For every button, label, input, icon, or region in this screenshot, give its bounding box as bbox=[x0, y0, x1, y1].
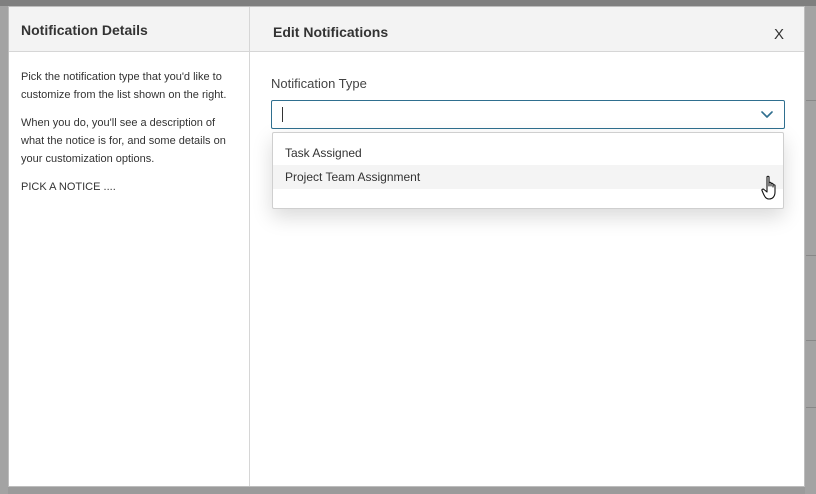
background-left-strip bbox=[0, 6, 8, 494]
edit-notifications-header: Edit Notifications X bbox=[250, 7, 804, 52]
background-divider bbox=[806, 255, 816, 256]
chevron-down-icon[interactable] bbox=[760, 108, 774, 122]
edit-notifications-modal: Notification Details Pick the notificati… bbox=[8, 6, 805, 487]
background-divider bbox=[806, 407, 816, 408]
option-task-assigned[interactable]: Task Assigned bbox=[273, 141, 783, 165]
notification-details-body: Pick the notification type that you'd li… bbox=[9, 52, 249, 196]
edit-notifications-pane: Edit Notifications X Notification Type T… bbox=[250, 7, 804, 486]
edit-notifications-title: Edit Notifications bbox=[273, 24, 389, 40]
option-project-team-assignment[interactable]: Project Team Assignment bbox=[273, 165, 783, 189]
notification-type-input[interactable] bbox=[281, 106, 741, 123]
notification-type-dropdown: Task Assigned Project Team Assignment bbox=[272, 132, 784, 209]
background-divider bbox=[806, 340, 816, 341]
background-divider bbox=[806, 100, 816, 101]
close-button[interactable]: X bbox=[774, 26, 784, 43]
details-paragraph: PICK A NOTICE .... bbox=[21, 181, 116, 193]
text-caret bbox=[282, 107, 283, 122]
details-paragraph: When you do, you'll see a description of… bbox=[21, 117, 226, 165]
hand-pointer-icon bbox=[761, 175, 776, 200]
details-paragraph: Pick the notification type that you'd li… bbox=[21, 71, 227, 101]
notification-type-label: Notification Type bbox=[271, 76, 367, 91]
notification-details-title: Notification Details bbox=[9, 7, 249, 52]
notification-details-pane: Notification Details Pick the notificati… bbox=[9, 7, 250, 486]
background-right-strip bbox=[805, 6, 816, 494]
notification-type-select[interactable] bbox=[271, 100, 785, 129]
